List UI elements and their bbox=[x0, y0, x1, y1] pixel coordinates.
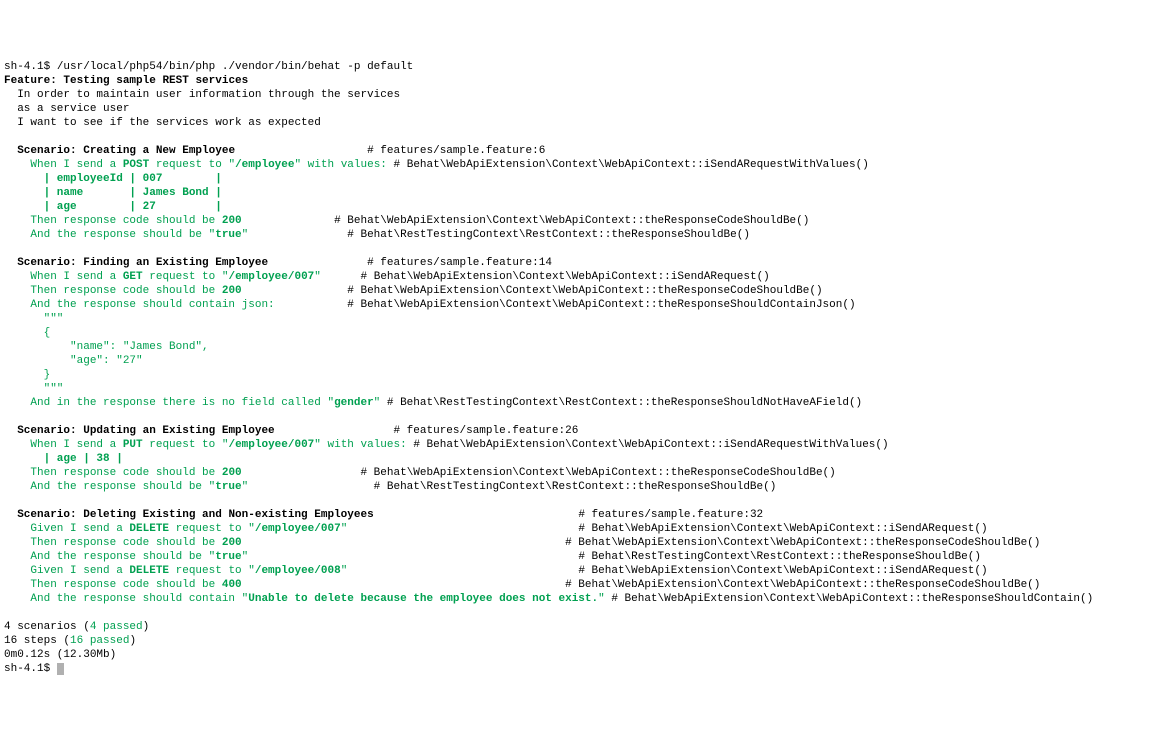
step-when: When I send a bbox=[4, 271, 123, 283]
docstring: "age": "27" bbox=[4, 355, 143, 367]
step-endpoint: /employee/008 bbox=[255, 565, 341, 577]
command-text: /usr/local/php54/bin/php ./vendor/bin/be… bbox=[57, 61, 413, 73]
step-context: # Behat\WebApiExtension\Context\WebApiCo… bbox=[347, 285, 822, 297]
table-row: | age | 27 | bbox=[4, 201, 222, 213]
docstring: """ bbox=[4, 313, 63, 325]
scenario-title: Finding an Existing Employee bbox=[83, 257, 268, 269]
step-context: # Behat\WebApiExtension\Context\WebApiCo… bbox=[360, 467, 835, 479]
feature-location: # features/sample.feature:32 bbox=[578, 509, 763, 521]
docstring: "name": "James Bond", bbox=[4, 341, 209, 353]
step-and: And the response should be " bbox=[4, 551, 215, 563]
feature-narrative: I want to see if the services work as ex… bbox=[4, 117, 321, 129]
summary-timing: 0m0.12s (12.30Mb) bbox=[4, 649, 116, 661]
feature-title: Testing sample REST services bbox=[63, 75, 248, 87]
scenario-keyword: Scenario: bbox=[17, 145, 83, 157]
step-method: GET bbox=[123, 271, 143, 283]
step-then: Then response code should be bbox=[4, 285, 222, 297]
step-endpoint: /employee bbox=[235, 159, 294, 171]
step-then: Then response code should be bbox=[4, 467, 222, 479]
step-context: # Behat\WebApiExtension\Context\WebApiCo… bbox=[565, 579, 1040, 591]
step-context: # Behat\RestTestingContext\RestContext::… bbox=[387, 397, 862, 409]
shell-prompt: sh-4.1$ bbox=[4, 663, 57, 675]
step-when: When I send a bbox=[4, 159, 123, 171]
step-context: # Behat\WebApiExtension\Context\WebApiCo… bbox=[334, 215, 809, 227]
terminal-output[interactable]: sh-4.1$ /usr/local/php54/bin/php ./vendo… bbox=[4, 60, 1159, 676]
step-context: # Behat\WebApiExtension\Context\WebApiCo… bbox=[578, 523, 987, 535]
feature-location: # features/sample.feature:6 bbox=[367, 145, 545, 157]
step-and: And the response should be " bbox=[4, 481, 215, 493]
step-method: DELETE bbox=[129, 523, 169, 535]
step-endpoint: /employee/007 bbox=[228, 439, 314, 451]
step-context: # Behat\WebApiExtension\Context\WebApiCo… bbox=[413, 439, 888, 451]
summary-steps: 16 steps ( bbox=[4, 635, 70, 647]
step-when: When I send a bbox=[4, 439, 123, 451]
step-and: And in the response there is no field ca… bbox=[4, 397, 334, 409]
cursor-icon bbox=[57, 663, 64, 675]
feature-narrative: In order to maintain user information th… bbox=[4, 89, 400, 101]
scenario-title: Creating a New Employee bbox=[83, 145, 235, 157]
table-row: | name | James Bond | bbox=[4, 187, 222, 199]
step-context: # Behat\WebApiExtension\Context\WebApiCo… bbox=[578, 565, 987, 577]
feature-keyword: Feature: bbox=[4, 75, 63, 87]
step-and: And the response should contain json: bbox=[4, 299, 275, 311]
scenario-keyword: Scenario: bbox=[17, 257, 83, 269]
scenario-keyword: Scenario: bbox=[17, 509, 83, 521]
step-and: And the response should be " bbox=[4, 229, 215, 241]
step-then: Then response code should be bbox=[4, 215, 222, 227]
table-row: | age | 38 | bbox=[4, 453, 123, 465]
step-context: # Behat\WebApiExtension\Context\WebApiCo… bbox=[361, 271, 770, 283]
shell-prompt: sh-4.1$ bbox=[4, 61, 57, 73]
step-then: Then response code should be bbox=[4, 537, 222, 549]
step-context: # Behat\WebApiExtension\Context\WebApiCo… bbox=[565, 537, 1040, 549]
step-given: Given I send a bbox=[4, 565, 129, 577]
step-method: DELETE bbox=[129, 565, 169, 577]
step-and: And the response should contain " bbox=[4, 593, 248, 605]
scenario-title: Deleting Existing and Non-existing Emplo… bbox=[83, 509, 373, 521]
docstring: { bbox=[4, 327, 50, 339]
feature-location: # features/sample.feature:14 bbox=[367, 257, 552, 269]
docstring: """ bbox=[4, 383, 63, 395]
feature-narrative: as a service user bbox=[4, 103, 129, 115]
step-context: # Behat\WebApiExtension\Context\WebApiCo… bbox=[611, 593, 1093, 605]
step-given: Given I send a bbox=[4, 523, 129, 535]
step-context: # Behat\RestTestingContext\RestContext::… bbox=[347, 229, 750, 241]
step-method: PUT bbox=[123, 439, 143, 451]
step-then: Then response code should be bbox=[4, 579, 222, 591]
step-context: # Behat\WebApiExtension\Context\WebApiCo… bbox=[347, 299, 855, 311]
scenario-title: Updating an Existing Employee bbox=[83, 425, 274, 437]
scenario-keyword: Scenario: bbox=[17, 425, 83, 437]
step-endpoint: /employee/007 bbox=[255, 523, 341, 535]
step-context: # Behat\RestTestingContext\RestContext::… bbox=[578, 551, 981, 563]
summary-scenarios: 4 scenarios ( bbox=[4, 621, 90, 633]
table-row: | employeeId | 007 | bbox=[4, 173, 222, 185]
step-context: # Behat\RestTestingContext\RestContext::… bbox=[374, 481, 777, 493]
step-method: POST bbox=[123, 159, 149, 171]
docstring: } bbox=[4, 369, 50, 381]
step-context: # Behat\WebApiExtension\Context\WebApiCo… bbox=[394, 159, 869, 171]
step-endpoint: /employee/007 bbox=[228, 271, 314, 283]
feature-location: # features/sample.feature:26 bbox=[393, 425, 578, 437]
